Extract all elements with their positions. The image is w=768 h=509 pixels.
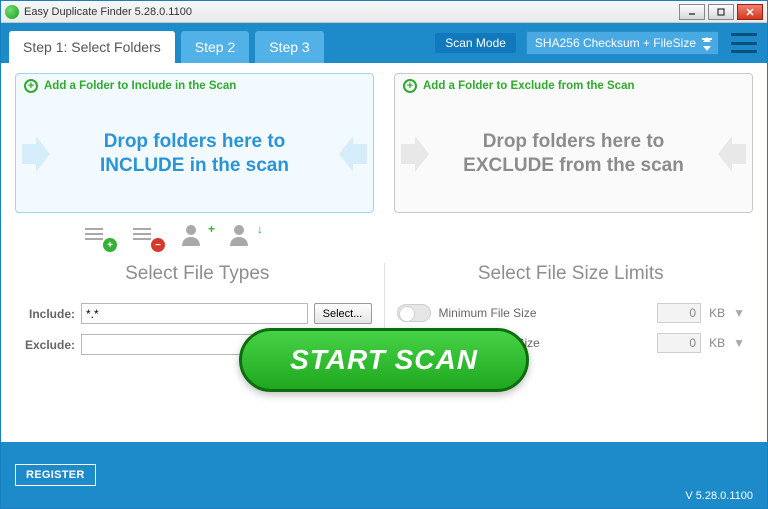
exclude-drop-text: Drop folders here to EXCLUDE from the sc… [463,130,684,178]
include-drop-text: Drop folders here to INCLUDE in the scan [100,130,289,178]
tab-step2[interactable]: Step 2 [181,31,249,63]
exclude-dropzone[interactable]: + Add a Folder to Exclude from the Scan … [394,73,753,213]
window-title: Easy Duplicate Finder 5.28.0.1100 [24,6,679,18]
arrow-left-icon [339,136,367,172]
titlebar: Easy Duplicate Finder 5.28.0.1100 [1,1,767,23]
include-types-label: Include: [23,307,75,321]
file-size-title: Select File Size Limits [397,263,746,285]
bottom-bar: REGISTER V 5.28.0.1100 [1,442,767,508]
max-size-unit-dropdown[interactable]: ▼ [733,336,745,350]
min-size-label: Minimum File Size [439,306,650,320]
remove-list-button[interactable]: − [133,224,163,250]
plus-icon: + [403,79,417,93]
exclude-types-label: Exclude: [23,338,75,352]
min-size-input[interactable] [657,303,701,323]
maximize-button[interactable] [708,4,734,20]
minimize-button[interactable] [679,4,705,20]
max-size-unit: KB [709,336,725,350]
plus-icon: + [24,79,38,93]
exclude-add-label: Add a Folder to Exclude from the Scan [423,80,635,92]
tab-step3[interactable]: Step 3 [255,31,323,63]
max-size-input[interactable] [657,333,701,353]
version-label: V 5.28.0.1100 [685,490,753,502]
scanmode-label: Scan Mode [435,33,516,53]
min-size-toggle[interactable] [397,304,431,322]
file-types-title: Select File Types [23,263,372,285]
app-window: Easy Duplicate Finder 5.28.0.1100 Step 1… [0,0,768,509]
start-scan-button[interactable]: START SCAN [239,328,529,392]
include-types-input[interactable] [81,303,308,324]
min-size-unit: KB [709,306,725,320]
arrow-right-icon [22,136,50,172]
close-button[interactable] [737,4,763,20]
arrow-right-icon [401,136,429,172]
menu-icon[interactable] [731,33,757,53]
min-size-unit-dropdown[interactable]: ▼ [733,306,745,320]
add-user-button[interactable]: + [181,224,211,250]
tab-step1[interactable]: Step 1: Select Folders [9,31,175,63]
folder-toolbar: + − + ↓ [15,217,753,257]
include-types-select-button[interactable]: Select... [314,303,372,324]
scanmode-value: SHA256 Checksum + FileSize [535,36,696,50]
register-button[interactable]: REGISTER [15,464,96,486]
add-list-button[interactable]: + [85,224,115,250]
app-icon [5,5,19,19]
content-area: + Add a Folder to Include in the Scan Dr… [1,63,767,442]
updown-icon [700,34,714,54]
include-add-label: Add a Folder to Include in the Scan [44,80,236,92]
include-dropzone[interactable]: + Add a Folder to Include in the Scan Dr… [15,73,374,213]
scanmode-select[interactable]: SHA256 Checksum + FileSize [526,31,719,55]
import-user-button[interactable]: ↓ [229,224,259,250]
arrow-left-icon [718,136,746,172]
tab-bar: Step 1: Select Folders Step 2 Step 3 Sca… [1,23,767,63]
include-add-folder[interactable]: + Add a Folder to Include in the Scan [16,74,373,98]
exclude-add-folder[interactable]: + Add a Folder to Exclude from the Scan [395,74,752,98]
